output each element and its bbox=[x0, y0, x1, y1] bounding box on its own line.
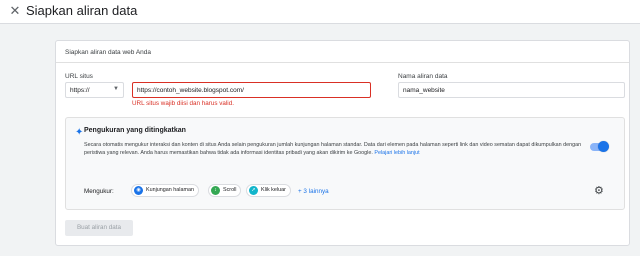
enhanced-measurement-toggle[interactable] bbox=[590, 141, 609, 152]
scroll-icon: ↕ bbox=[211, 186, 220, 195]
learn-more-link[interactable]: Pelajari lebih lanjut bbox=[374, 150, 419, 156]
eye-icon: ◉ bbox=[134, 186, 143, 195]
dialog-title: Siapkan aliran data bbox=[26, 3, 138, 18]
cursor-icon: ➚ bbox=[249, 186, 258, 195]
measure-label: Mengukur: bbox=[84, 188, 114, 195]
create-stream-button[interactable]: Buat aliran data bbox=[65, 220, 133, 236]
toggle-knob bbox=[598, 141, 609, 152]
sparkle-icon: ✦ bbox=[75, 127, 84, 138]
chip-outbound-click: ➚ Klik keluar bbox=[246, 184, 291, 197]
enhanced-measurement-panel: ✦ Pengukuran yang ditingkatkan Secara ot… bbox=[65, 117, 625, 210]
stream-name-label: Nama aliran data bbox=[398, 73, 448, 80]
description-text: Secara otomatis mengukur interaksi dan k… bbox=[84, 142, 582, 156]
chip-scroll: ↕ Scroll bbox=[208, 184, 242, 197]
gear-icon[interactable]: ⚙ bbox=[594, 184, 604, 197]
protocol-value: https:// bbox=[70, 87, 90, 94]
stream-setup-card: Siapkan aliran data web Anda URL situs h… bbox=[55, 40, 630, 246]
protocol-select[interactable]: https:// ▼ bbox=[65, 82, 124, 98]
stream-name-input[interactable] bbox=[398, 82, 625, 98]
card-header: Siapkan aliran data web Anda bbox=[65, 49, 152, 56]
enhanced-measurement-title: Pengukuran yang ditingkatkan bbox=[84, 127, 186, 134]
divider bbox=[56, 62, 629, 63]
close-icon[interactable]: ✕ bbox=[8, 4, 22, 18]
dialog-header: ✕ Siapkan aliran data bbox=[0, 0, 640, 24]
url-label: URL situs bbox=[65, 73, 93, 80]
url-input[interactable] bbox=[132, 82, 371, 98]
dropdown-arrow-icon: ▼ bbox=[113, 86, 119, 92]
chip-label: Klik keluar bbox=[261, 187, 286, 193]
chip-label: Kunjungan halaman bbox=[146, 187, 194, 193]
enhanced-measurement-description: Secara otomatis mengukur interaksi dan k… bbox=[84, 141, 589, 157]
chip-label: Scroll bbox=[223, 187, 237, 193]
more-events-link[interactable]: + 3 lainnya bbox=[298, 188, 329, 195]
chip-page-views: ◉ Kunjungan halaman bbox=[131, 184, 199, 197]
url-error-message: URL situs wajib diisi dan harus valid. bbox=[132, 100, 234, 107]
